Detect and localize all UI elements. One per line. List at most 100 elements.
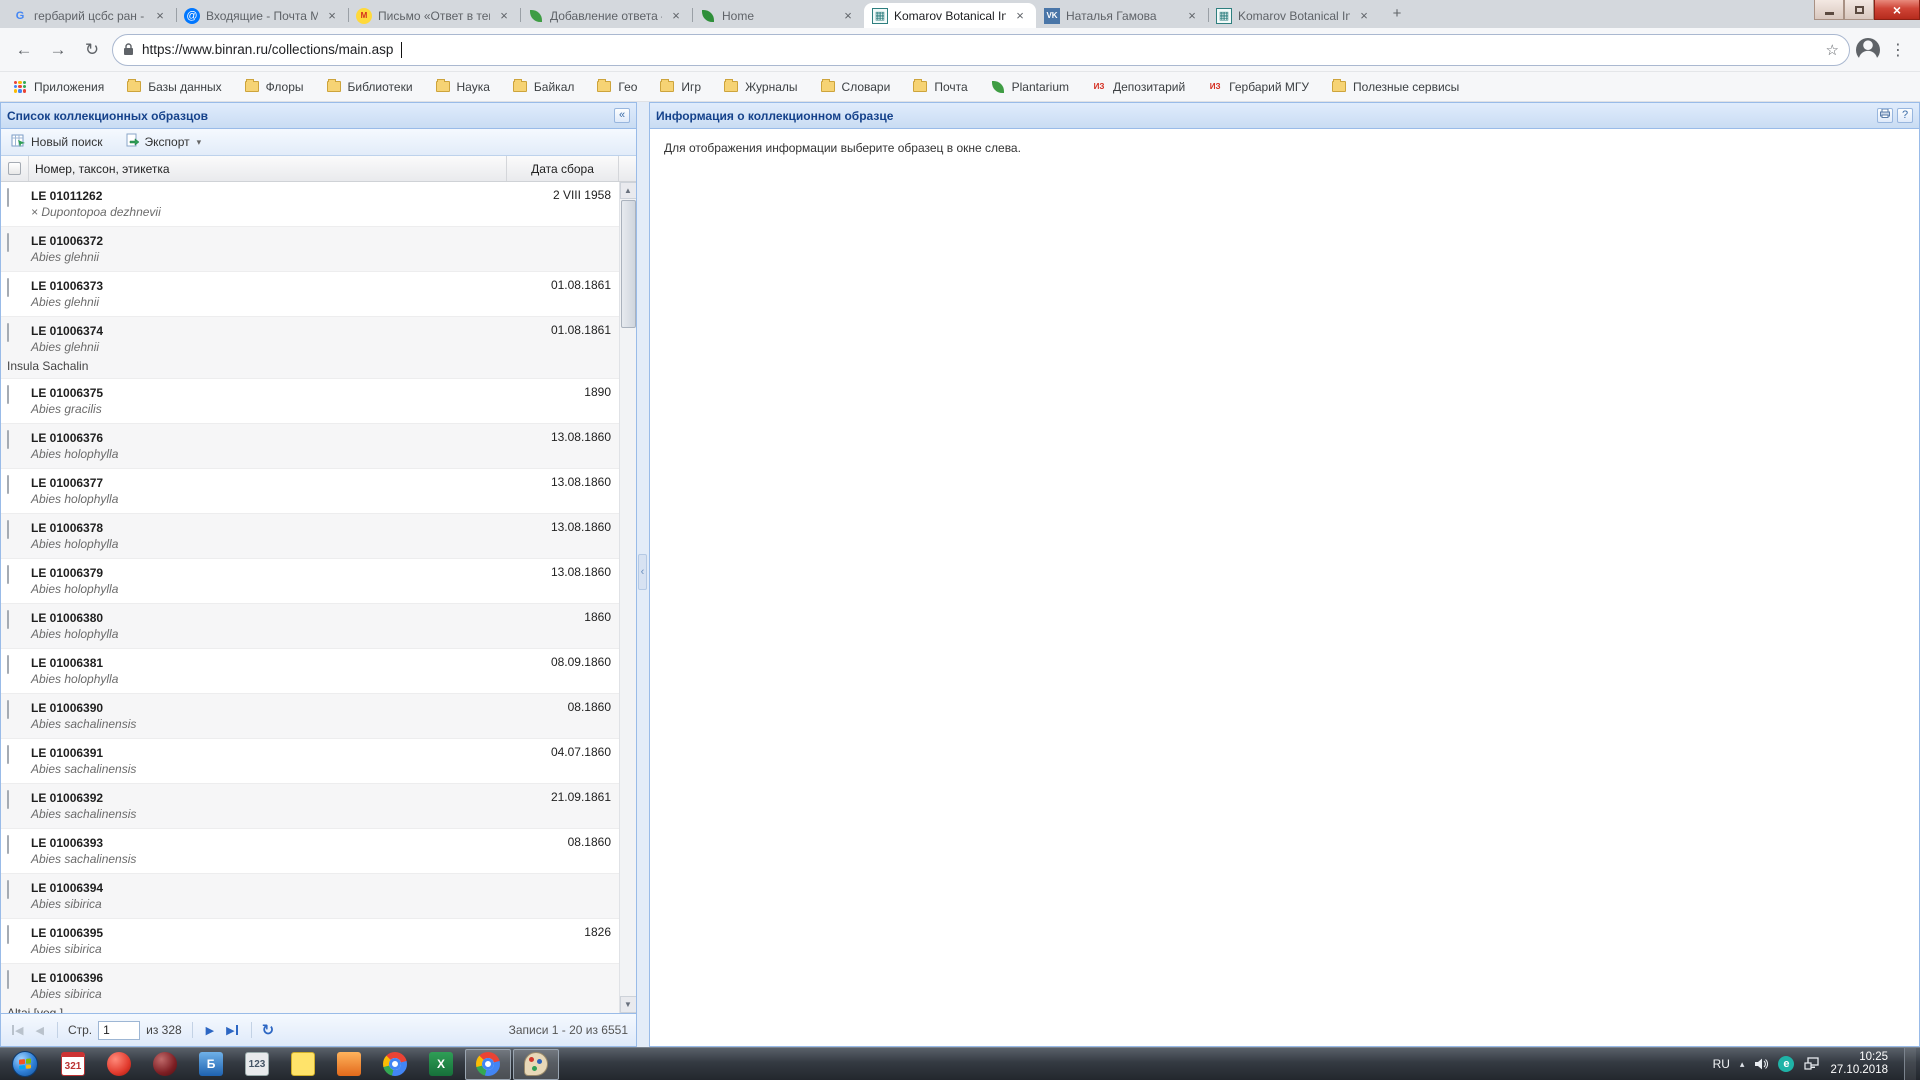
browser-tab[interactable]: ▦Komarov Botanical Institute× xyxy=(1208,3,1380,28)
specimen-row[interactable]: LE 01006391Abies sachalinensis04.07.1860 xyxy=(1,739,619,784)
tab-close-icon[interactable]: × xyxy=(668,8,684,24)
bookmark-item[interactable]: Plantarium xyxy=(990,79,1069,95)
tab-close-icon[interactable]: × xyxy=(840,8,856,24)
specimen-row[interactable]: LE 01011262× Dupontopoa dezhnevii2 VIII … xyxy=(1,182,619,227)
help-icon[interactable]: ? xyxy=(1897,108,1913,123)
language-indicator[interactable]: RU xyxy=(1713,1057,1730,1071)
specimen-row[interactable]: LE 01006378Abies holophylla13.08.1860 xyxy=(1,514,619,559)
specimen-row[interactable]: LE 01006375Abies gracilis1890 xyxy=(1,379,619,424)
browser-tab[interactable]: МПисьмо «Ответ в теме: 'Ци× xyxy=(348,3,520,28)
row-checkbox[interactable] xyxy=(7,970,9,989)
browser-tab[interactable]: Добавление ответа — Циф× xyxy=(520,3,692,28)
collapse-panel-button[interactable]: « xyxy=(614,108,630,123)
bookmark-item[interactable]: Игр xyxy=(659,79,701,95)
reload-button[interactable]: ↻ xyxy=(78,36,106,64)
row-checkbox[interactable] xyxy=(7,565,9,584)
row-checkbox[interactable] xyxy=(7,520,9,539)
row-checkbox[interactable] xyxy=(7,385,9,404)
speaker-icon[interactable] xyxy=(1754,1057,1768,1071)
specimen-row[interactable]: LE 01006381Abies holophylla08.09.1860 xyxy=(1,649,619,694)
browser-menu-icon[interactable]: ⋮ xyxy=(1886,40,1910,60)
specimen-row[interactable]: LE 01006390Abies sachalinensis08.1860 xyxy=(1,694,619,739)
opera-icon[interactable] xyxy=(96,1048,142,1080)
tab-close-icon[interactable]: × xyxy=(1012,8,1028,24)
specimen-row[interactable]: LE 01006393Abies sachalinensis08.1860 xyxy=(1,829,619,874)
specimen-row[interactable]: LE 01006372Abies glehnii xyxy=(1,227,619,272)
paint-icon[interactable] xyxy=(513,1049,559,1080)
sticky-notes-icon[interactable] xyxy=(280,1048,326,1080)
bookmark-item[interactable]: ИЗГербарий МГУ xyxy=(1207,79,1309,95)
tab-close-icon[interactable]: × xyxy=(1184,8,1200,24)
pager-last-button[interactable]: ▶ xyxy=(223,1020,240,1040)
specimen-row[interactable]: LE 01006373Abies glehnii01.08.1861 xyxy=(1,272,619,317)
calculator-icon[interactable]: 123 xyxy=(234,1048,280,1080)
bookmark-item[interactable]: Гео xyxy=(596,79,637,95)
bookmark-item[interactable]: Приложения xyxy=(12,79,104,95)
scroll-down-icon[interactable]: ▼ xyxy=(620,996,637,1013)
row-checkbox[interactable] xyxy=(7,323,9,342)
row-checkbox[interactable] xyxy=(7,700,9,719)
specimen-row[interactable]: LE 01006380Abies holophylla1860 xyxy=(1,604,619,649)
bookmark-item[interactable]: Почта xyxy=(912,79,967,95)
tab-close-icon[interactable]: × xyxy=(1356,8,1372,24)
bookmark-item[interactable]: Флоры xyxy=(244,79,304,95)
pager-prev-button[interactable]: ◀ xyxy=(32,1020,46,1040)
row-checkbox[interactable] xyxy=(7,278,9,297)
export-button[interactable]: Экспорт ▾ xyxy=(121,131,206,153)
new-tab-button[interactable]: + xyxy=(1384,4,1410,26)
row-checkbox[interactable] xyxy=(7,925,9,944)
pager-next-button[interactable]: ▶ xyxy=(203,1020,217,1040)
specimen-row[interactable]: LE 01006392Abies sachalinensis21.09.1861 xyxy=(1,784,619,829)
row-checkbox[interactable] xyxy=(7,475,9,494)
row-checkbox[interactable] xyxy=(7,430,9,449)
bookmark-item[interactable]: Байкал xyxy=(512,79,574,95)
specimen-row[interactable]: LE 01006396Abies sibiricaAltai [veg.] xyxy=(1,964,619,1013)
column-header-main[interactable]: Номер, таксон, этикетка xyxy=(29,156,507,181)
row-checkbox[interactable] xyxy=(7,233,9,252)
row-checkbox[interactable] xyxy=(7,610,9,629)
page-number-input[interactable] xyxy=(98,1021,140,1040)
bookmark-star-icon[interactable]: ☆ xyxy=(1826,41,1839,59)
row-checkbox[interactable] xyxy=(7,790,9,809)
row-checkbox[interactable] xyxy=(7,188,9,207)
media-app-icon[interactable] xyxy=(326,1048,372,1080)
chrome-icon[interactable] xyxy=(465,1049,511,1080)
scrollbar-thumb[interactable] xyxy=(621,200,636,328)
forward-button[interactable]: → xyxy=(44,36,72,64)
scroll-up-icon[interactable]: ▲ xyxy=(620,182,637,199)
print-icon[interactable] xyxy=(1877,108,1893,123)
excel-icon[interactable]: X xyxy=(418,1048,464,1080)
select-all-checkbox[interactable] xyxy=(8,162,21,175)
window-restore-button[interactable] xyxy=(1844,0,1874,20)
back-button[interactable]: ← xyxy=(10,36,38,64)
specimen-row[interactable]: LE 01006377Abies holophylla13.08.1860 xyxy=(1,469,619,514)
tab-close-icon[interactable]: × xyxy=(324,8,340,24)
bookmark-item[interactable]: Библиотеки xyxy=(326,79,413,95)
refresh-icon[interactable]: ↻ xyxy=(262,1021,275,1039)
antivirus-icon[interactable]: e xyxy=(1778,1056,1794,1072)
bookmark-item[interactable]: Базы данных xyxy=(126,79,221,95)
url-text[interactable]: https://www.binran.ru/collections/main.a… xyxy=(142,42,393,57)
blue-app-icon[interactable]: Б xyxy=(188,1048,234,1080)
bookmark-item[interactable]: Полезные сервисы xyxy=(1331,79,1459,95)
specimen-row[interactable]: LE 01006376Abies holophylla13.08.1860 xyxy=(1,424,619,469)
start-button[interactable] xyxy=(0,1048,50,1080)
browser-tab[interactable]: Home× xyxy=(692,3,864,28)
new-search-button[interactable]: Новый поиск xyxy=(7,131,107,153)
browser-tab[interactable]: Gгербарий цсбс ран - Поиск× xyxy=(4,3,176,28)
bookmark-item[interactable]: ИЗДепозитарий xyxy=(1091,79,1185,95)
profile-avatar[interactable] xyxy=(1856,38,1880,62)
network-icon[interactable] xyxy=(1804,1057,1820,1071)
address-bar[interactable]: https://www.binran.ru/collections/main.a… xyxy=(112,34,1850,66)
show-desktop-button[interactable] xyxy=(1904,1048,1916,1080)
clock[interactable]: 10:25 27.10.2018 xyxy=(1830,1051,1894,1077)
tab-close-icon[interactable]: × xyxy=(152,8,168,24)
specimen-row[interactable]: LE 01006395Abies sibirica1826 xyxy=(1,919,619,964)
bookmark-item[interactable]: Словари xyxy=(820,79,891,95)
pager-first-button[interactable]: ◀ xyxy=(9,1020,26,1040)
row-checkbox[interactable] xyxy=(7,745,9,764)
row-checkbox[interactable] xyxy=(7,880,9,899)
bookmark-item[interactable]: Журналы xyxy=(723,79,797,95)
row-checkbox[interactable] xyxy=(7,655,9,674)
scrollbar[interactable]: ▲ ▼ xyxy=(619,182,636,1013)
